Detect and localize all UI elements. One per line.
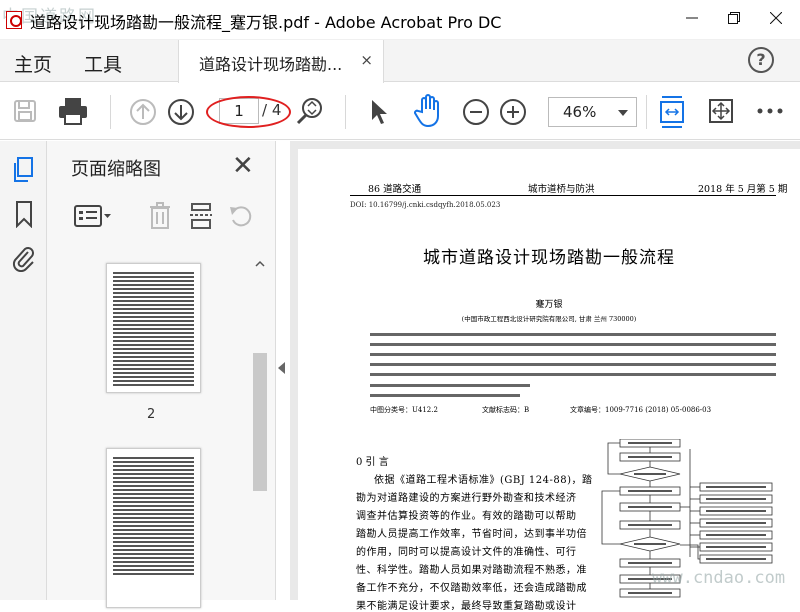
abstract-text-line	[370, 343, 776, 346]
abstract-text-line	[370, 384, 530, 387]
article-number: 文章编号：1009-7716 (2018) 05-0086-03	[570, 406, 712, 414]
annotation-oval	[206, 96, 291, 128]
page-header-right: 2018 年 5 月第 5 期	[698, 184, 788, 195]
delete-icon[interactable]	[145, 201, 175, 231]
acrobat-app-icon	[6, 11, 22, 29]
toolbar-divider	[345, 95, 346, 129]
scroll-up-icon	[255, 260, 265, 267]
clc-number: 中图分类号：U412.2	[370, 406, 438, 414]
maximize-button[interactable]	[714, 4, 754, 32]
page-thumbnail[interactable]	[106, 448, 201, 608]
menu-tab-bar: 主页 工具	[0, 40, 800, 82]
full-screen-icon[interactable]	[705, 95, 737, 127]
abstract-text-line	[370, 373, 776, 376]
affiliation: (中国市政工程西北设计研究院有限公司, 甘肃 兰州 730000)	[461, 315, 637, 323]
fit-width-icon[interactable]	[656, 93, 688, 131]
zoom-value: 46%	[563, 103, 597, 121]
page-header-left: 86 道路交通	[368, 184, 422, 195]
chevron-down-icon	[618, 110, 628, 116]
collapse-panel-icon[interactable]	[278, 362, 285, 374]
thumbnails-panel: 页面缩略图 ✕ 2	[47, 141, 276, 608]
document-view[interactable]: 86 道路交通 城市道桥与防洪 2018 年 5 月第 5 期 DOI: 10.…	[290, 141, 800, 612]
thumbnail-options-icon[interactable]	[73, 201, 113, 231]
menu-home[interactable]: 主页	[14, 50, 52, 77]
panel-close-icon[interactable]: ✕	[232, 151, 254, 181]
abstract-text-line	[370, 363, 776, 366]
body-text-line: 依据《道路工程术语标准》(GBJ 124-88)，踏	[374, 475, 593, 486]
print-icon[interactable]	[55, 94, 91, 128]
body-text-line: 性、科学性。踏勘人员如果对踏勘流程不熟悉，准	[356, 565, 587, 576]
zoom-in-icon[interactable]	[497, 96, 529, 128]
extract-pages-icon[interactable]	[186, 201, 216, 231]
restore-icon	[728, 12, 740, 24]
close-window-button[interactable]	[756, 4, 796, 32]
zoom-out-icon[interactable]	[460, 96, 492, 128]
bookmark-icon[interactable]	[10, 199, 38, 229]
doi: DOI: 10.16799/j.cnki.csdqyfh.2018.05.023	[350, 201, 501, 209]
header-rule	[350, 195, 776, 196]
section-heading: 0 引 言	[356, 457, 389, 468]
more-options-icon[interactable]	[754, 99, 786, 123]
pdf-page: 86 道路交通 城市道桥与防洪 2018 年 5 月第 5 期 DOI: 10.…	[298, 149, 800, 612]
panel-title: 页面缩略图	[71, 159, 161, 180]
zoom-select[interactable]: 46%	[548, 97, 637, 127]
document-tab-label: 道路设计现场踏勘...	[199, 55, 343, 74]
toolbar	[0, 83, 800, 140]
attachment-icon[interactable]	[10, 243, 38, 273]
tab-close-icon[interactable]: ×	[360, 51, 373, 69]
page-thumbnail[interactable]	[106, 263, 201, 393]
rotate-icon[interactable]	[226, 201, 256, 231]
page-thumbnails-icon[interactable]	[10, 155, 38, 185]
page-header-center: 城市道桥与防洪	[528, 184, 595, 195]
watermark-bottom: www.cndao.com	[652, 568, 786, 588]
author: 蹇万银	[535, 300, 563, 310]
document-tab[interactable]: 道路设计现场踏勘... ×	[178, 40, 384, 83]
article-title: 城市道路设计现场踏勘一般流程	[423, 248, 675, 268]
body-text-line: 调查并估算投资等的作业。有效的踏勘可以帮助	[356, 511, 577, 522]
body-text-line: 备工作不充分，不仅踏勘效率低，还会造成踏勘成	[356, 583, 587, 594]
select-cursor-icon[interactable]	[365, 96, 393, 128]
body-text-line: 果不能满足设计要求，最终导致重复踏勘或设计	[356, 601, 577, 612]
body-text-line: 勘为对道路建设的方案进行野外勘查和技术经济	[356, 493, 577, 504]
title-bar: 中国道路网 道路设计现场踏勘一般流程_蹇万银.pdf - Adobe Acrob…	[0, 0, 800, 40]
save-icon[interactable]	[10, 96, 40, 126]
previous-page-icon[interactable]	[127, 96, 159, 128]
thumbnail-label: 2	[147, 407, 156, 422]
abstract-text-line	[370, 333, 776, 336]
minimize-button[interactable]	[672, 4, 712, 32]
body-text-line: 的作用，同时可以提高设计文件的准确性、可行	[356, 547, 577, 558]
abstract-text-line	[370, 353, 776, 356]
hand-tool-icon[interactable]	[410, 93, 446, 129]
abstract-text-line	[370, 394, 520, 397]
toolbar-divider	[646, 95, 647, 129]
close-icon	[770, 12, 782, 24]
scrollbar-thumb[interactable]	[253, 353, 267, 491]
window-title: 道路设计现场踏勘一般流程_蹇万银.pdf - Adobe Acrobat Pro…	[30, 13, 502, 32]
document-code: 文献标志码：B	[482, 406, 530, 414]
next-page-icon[interactable]	[165, 96, 197, 128]
toolbar-divider	[110, 95, 111, 129]
thumbnail-scrollbar[interactable]	[253, 257, 267, 592]
zoom-tool-icon[interactable]	[294, 95, 326, 127]
left-navigation-rail	[0, 141, 47, 600]
body-text-line: 踏勘人员提高工作效率，节省时间，达到事半功倍	[356, 529, 587, 540]
minimize-icon	[686, 17, 698, 19]
help-icon[interactable]: ?	[748, 47, 774, 73]
menu-tools[interactable]: 工具	[84, 50, 122, 77]
